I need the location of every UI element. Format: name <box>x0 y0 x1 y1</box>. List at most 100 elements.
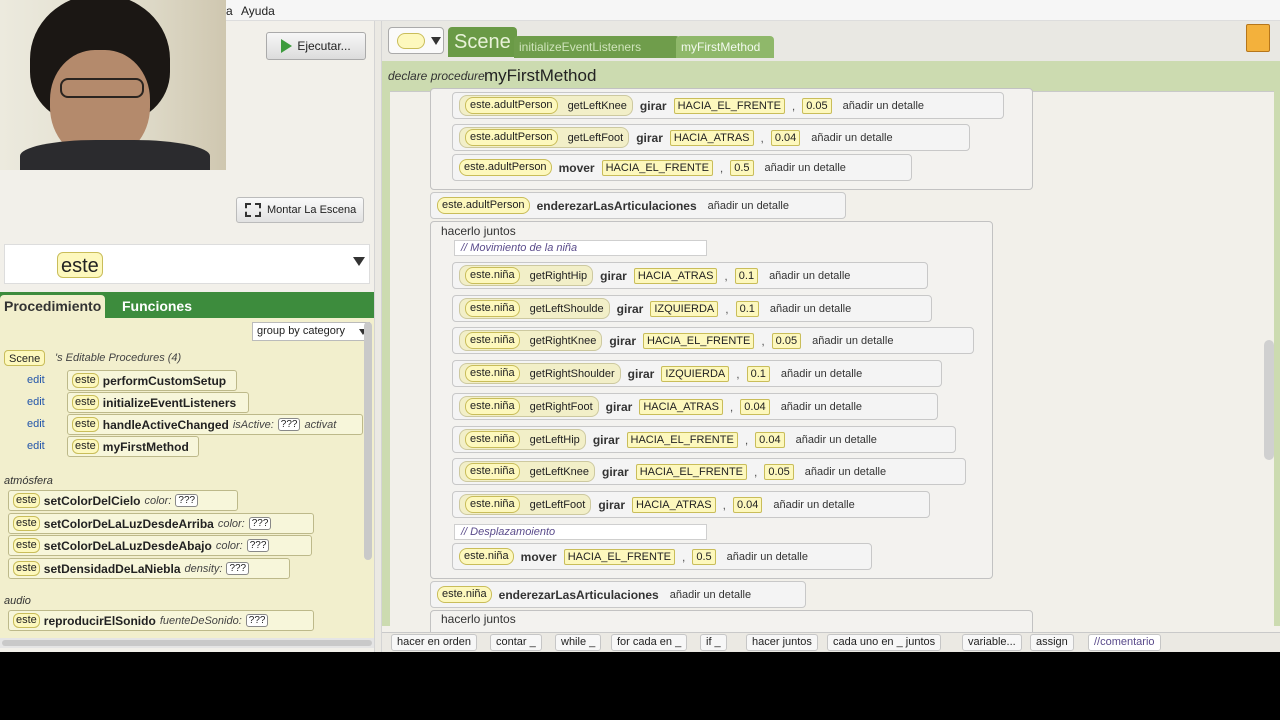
left-panel-scrollbar[interactable] <box>364 322 372 560</box>
setup-scene-button[interactable]: Montar La Escena <box>236 197 364 223</box>
tab-procedures[interactable]: Procedimiento <box>0 295 106 318</box>
chevron-down-icon[interactable] <box>353 257 365 266</box>
add-detail-button[interactable]: añadir un detalle <box>666 589 755 601</box>
direction-value[interactable]: HACIA_EL_FRENTE <box>563 548 675 565</box>
amount-value[interactable]: 0.04 <box>740 398 770 415</box>
add-detail-button[interactable]: añadir un detalle <box>807 132 896 144</box>
tab-my-first-method[interactable]: myFirstMethod <box>676 36 774 58</box>
getter-expression[interactable]: este.niña getRightKnee <box>459 330 603 351</box>
amount-value[interactable]: 0.1 <box>746 365 770 382</box>
add-detail-button[interactable]: añadir un detalle <box>808 335 897 347</box>
tool-do-in-order[interactable]: hacer en orden <box>391 634 477 651</box>
direction-value[interactable]: HACIA_ATRAS <box>669 129 754 146</box>
statement[interactable]: este.niña getLeftHip girar HACIA_EL_FRENT… <box>452 426 956 453</box>
edit-link[interactable]: edit <box>27 418 45 430</box>
procedure-block[interactable]: este setColorDeLaLuzDesdeArriba color: ?… <box>8 513 314 534</box>
direction-value[interactable]: HACIA_ATRAS <box>632 496 716 513</box>
group-by-select[interactable]: group by category <box>252 322 370 341</box>
direction-value[interactable]: IZQUIERDA <box>661 365 730 382</box>
statement[interactable]: este.adultPerson enderezarLasArticulacio… <box>430 192 846 219</box>
menu-item-window[interactable]: a <box>226 4 233 18</box>
procedure-block[interactable]: este setColorDeLaLuzDesdeAbajo color: ??… <box>8 535 312 556</box>
statement[interactable]: este.adultPerson getLeftKnee girar HACIA_… <box>452 92 1004 119</box>
amount-value[interactable]: 0.05 <box>771 332 802 349</box>
direction-value[interactable]: HACIA_EL_FRENTE <box>643 332 755 349</box>
direction-value[interactable]: HACIA_ATRAS <box>639 398 723 415</box>
add-detail-button[interactable]: añadir un detalle <box>801 466 890 478</box>
getter-expression[interactable]: este.niña getLeftShoulde <box>459 298 610 319</box>
procedure-block[interactable]: este setColorDelCielo color: ??? <box>8 490 238 511</box>
add-detail-button[interactable]: añadir un detalle <box>769 499 858 511</box>
statement[interactable]: este.adultPerson getLeftFoot girar HACIA_… <box>452 124 970 151</box>
getter-expression[interactable]: este.niña getLeftFoot <box>459 494 592 515</box>
amount-value[interactable]: 0.1 <box>734 267 759 284</box>
add-detail-button[interactable]: añadir un detalle <box>765 270 854 282</box>
procedure-block[interactable]: este reproducirElSonido fuenteDeSonido: … <box>8 610 314 631</box>
add-detail-button[interactable]: añadir un detalle <box>792 434 881 446</box>
tool-each-in-together[interactable]: cada uno en _ juntos <box>827 634 942 651</box>
add-detail-button[interactable]: añadir un detalle <box>761 162 850 174</box>
object-chip[interactable]: este.niña <box>437 586 492 603</box>
direction-value[interactable]: HACIA_EL_FRENTE <box>635 463 747 480</box>
add-detail-button[interactable]: añadir un detalle <box>704 200 793 212</box>
object-chip[interactable]: este.niña <box>459 548 514 565</box>
param-value[interactable]: ??? <box>246 539 270 552</box>
tool-count[interactable]: contar _ <box>490 634 542 651</box>
amount-value[interactable]: 0.05 <box>802 97 832 114</box>
comment[interactable]: // Desplazamoiento <box>454 524 707 540</box>
direction-value[interactable]: HACIA_EL_FRENTE <box>673 97 785 114</box>
edit-link[interactable]: edit <box>27 396 45 408</box>
statement[interactable]: este.niña getRightShoulder girar IZQUIERD… <box>452 360 942 387</box>
add-detail-button[interactable]: añadir un detalle <box>723 551 812 563</box>
add-detail-button[interactable]: añadir un detalle <box>777 368 866 380</box>
param-value[interactable]: ??? <box>175 494 199 507</box>
run-button[interactable]: Ejecutar... <box>266 32 366 60</box>
add-detail-button[interactable]: añadir un detalle <box>777 401 866 413</box>
splitter[interactable] <box>374 21 382 652</box>
amount-value[interactable]: 0.05 <box>764 463 794 480</box>
tool-if[interactable]: if _ <box>700 634 727 651</box>
statement[interactable]: este.adultPerson mover HACIA_EL_FRENTE ,… <box>452 154 912 181</box>
procedure-block[interactable]: este setDensidadDeLaNiebla density: ??? <box>8 558 290 579</box>
object-chip[interactable]: este.adultPerson <box>437 197 530 214</box>
add-detail-button[interactable]: añadir un detalle <box>839 100 928 112</box>
getter-expression[interactable]: este.niña getLeftKnee <box>459 461 595 482</box>
statement[interactable]: este.niña getRightHip girar HACIA_ATRAS ,… <box>452 262 928 289</box>
editor-scrollbar[interactable] <box>1264 340 1274 460</box>
edit-link[interactable]: edit <box>27 440 45 452</box>
amount-value[interactable]: 0.1 <box>735 300 759 317</box>
statement[interactable]: este.niña getLeftFoot girar HACIA_ATRAS ,… <box>452 491 930 518</box>
object-selector[interactable]: este <box>4 244 370 284</box>
statement[interactable]: este.niña enderezarLasArticulaciones aña… <box>430 581 806 608</box>
getter-expression[interactable]: este.niña getRightFoot <box>459 396 599 417</box>
left-panel-hscrollbar[interactable] <box>0 638 374 648</box>
tab-functions[interactable]: Funciones <box>118 295 196 318</box>
statement[interactable]: este.niña getRightKnee girar HACIA_EL_FRE… <box>452 327 974 354</box>
tool-while[interactable]: while _ <box>555 634 602 651</box>
getter-expression[interactable]: este.adultPerson getLeftFoot <box>459 127 630 148</box>
procedure-block[interactable]: este initializeEventListeners <box>67 392 249 413</box>
amount-value[interactable]: 0.04 <box>732 496 763 513</box>
comment[interactable]: // Movimiento de la niña <box>454 240 707 256</box>
getter-expression[interactable]: este.niña getLeftHip <box>459 429 586 450</box>
procedure-block[interactable]: este performCustomSetup <box>67 370 237 391</box>
amount-value[interactable]: 0.04 <box>755 431 785 448</box>
param-value[interactable]: ??? <box>245 614 269 627</box>
param-value[interactable]: ??? <box>226 562 250 575</box>
amount-value[interactable]: 0.04 <box>770 129 801 146</box>
tab-scene[interactable]: Scene <box>448 27 517 57</box>
tool-comment[interactable]: //comentario <box>1088 634 1161 651</box>
statement[interactable]: este.niña mover HACIA_EL_FRENTE , 0.5 añ… <box>452 543 872 570</box>
edit-link[interactable]: edit <box>27 374 45 386</box>
statement[interactable]: este.niña getLeftKnee girar HACIA_EL_FREN… <box>452 458 966 485</box>
object-chip[interactable]: este.adultPerson <box>459 159 552 176</box>
clipboard-icon[interactable] <box>1246 24 1270 52</box>
add-detail-button[interactable]: añadir un detalle <box>766 303 855 315</box>
getter-expression[interactable]: este.adultPerson getLeftKnee <box>459 95 633 116</box>
procedure-block[interactable]: este handleActiveChanged isActive: ??? a… <box>67 414 363 435</box>
statement[interactable]: este.niña getRightFoot girar HACIA_ATRAS … <box>452 393 938 420</box>
param-value[interactable]: ??? <box>248 517 272 530</box>
direction-value[interactable]: IZQUIERDA <box>650 300 719 317</box>
amount-value[interactable]: 0.5 <box>730 159 754 176</box>
tab-initialize-event-listeners[interactable]: initializeEventListeners <box>514 36 680 58</box>
